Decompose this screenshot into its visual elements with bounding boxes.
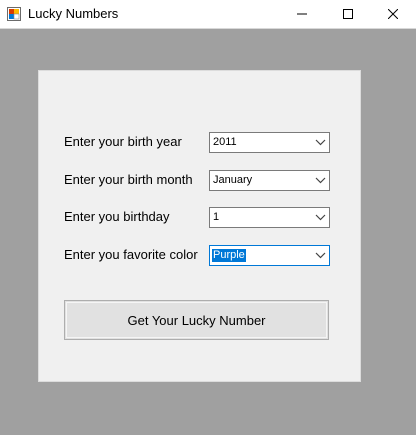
get-lucky-number-button[interactable]: Get Your Lucky Number [64, 300, 329, 340]
birthday-value: 1 [213, 211, 220, 223]
title-bar: Lucky Numbers [0, 0, 416, 29]
birthday-combobox[interactable]: 1 [209, 207, 330, 228]
chevron-down-icon [315, 252, 326, 259]
birth-year-label: Enter your birth year [64, 134, 182, 149]
maximize-icon [343, 9, 353, 19]
chevron-down-icon [315, 139, 326, 146]
get-lucky-number-label: Get Your Lucky Number [127, 312, 266, 328]
favorite-color-value: Purple [212, 249, 246, 262]
favorite-color-label: Enter you favorite color [64, 247, 198, 262]
chevron-down-icon [315, 214, 326, 221]
birth-month-combobox[interactable]: January [209, 170, 330, 191]
minimize-icon [297, 13, 307, 15]
birth-year-value: 2011 [213, 136, 237, 148]
close-icon [388, 9, 398, 19]
favorite-color-combobox[interactable]: Purple [209, 245, 330, 266]
birth-month-label: Enter your birth month [64, 172, 193, 187]
birth-year-combobox[interactable]: 2011 [209, 132, 330, 153]
app-icon [7, 7, 21, 21]
minimize-button[interactable] [279, 0, 325, 28]
close-button[interactable] [370, 0, 416, 28]
birthday-label: Enter you birthday [64, 209, 170, 224]
birth-month-value: January [213, 174, 253, 186]
window-title: Lucky Numbers [28, 6, 119, 21]
maximize-button[interactable] [325, 0, 371, 28]
chevron-down-icon [315, 177, 326, 184]
